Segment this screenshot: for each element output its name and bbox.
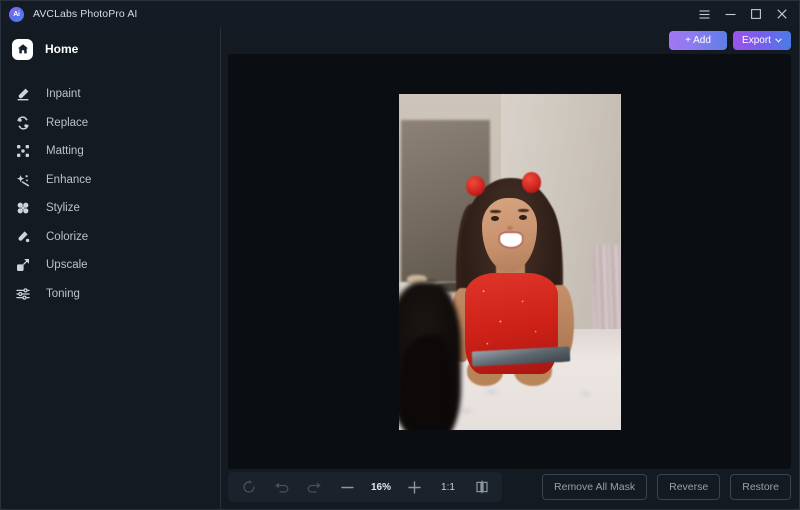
- reverse-button[interactable]: Reverse: [657, 474, 721, 500]
- hamburger-icon[interactable]: [691, 2, 717, 26]
- photo-eye-left: [490, 215, 499, 221]
- maximize-icon[interactable]: [743, 2, 769, 26]
- sidebar-item-inpaint-label: Inpaint: [46, 88, 81, 101]
- redo-icon[interactable]: [298, 473, 331, 501]
- upscale-icon: [15, 258, 30, 273]
- sidebar-item-matting-label: Matting: [46, 145, 84, 158]
- sidebar-item-inpaint[interactable]: Inpaint: [1, 80, 220, 109]
- bottom-toolbar: 16% 1:1 Remove All Mask Reverse Restore: [221, 469, 799, 509]
- actual-size-button[interactable]: 1:1: [431, 482, 465, 493]
- toning-icon: [15, 286, 30, 301]
- reset-icon[interactable]: [232, 473, 265, 501]
- photo-mouth: [499, 232, 522, 248]
- main-area: + Add Export 16% 1:1 Remove All Mask Rev…: [221, 27, 799, 509]
- zoom-tool-strip: 16% 1:1: [228, 472, 502, 502]
- app-window: Ai AVCLabs PhotoPro AI Home Inpaint Repl…: [0, 0, 800, 510]
- image-canvas[interactable]: [228, 54, 791, 469]
- photo-preview[interactable]: [398, 93, 621, 430]
- sidebar-item-replace-label: Replace: [46, 116, 89, 129]
- app-title: AVCLabs PhotoPro AI: [33, 8, 138, 20]
- home-icon: [12, 38, 33, 60]
- sidebar-item-toning-label: Toning: [46, 287, 80, 300]
- sidebar-item-colorize-label: Colorize: [46, 230, 89, 243]
- canvas-wrapper: [221, 54, 799, 469]
- add-button[interactable]: + Add: [669, 31, 727, 50]
- sidebar: Home Inpaint Replace Matting Enhance Sty…: [1, 27, 221, 509]
- inpaint-icon: [15, 87, 30, 102]
- close-icon[interactable]: [769, 2, 795, 26]
- compare-view-icon[interactable]: [465, 473, 498, 501]
- export-button[interactable]: Export: [733, 31, 791, 50]
- sidebar-item-stylize[interactable]: Stylize: [1, 194, 220, 223]
- minimize-icon[interactable]: [717, 2, 743, 26]
- restore-button[interactable]: Restore: [730, 474, 791, 500]
- sidebar-item-stylize-label: Stylize: [46, 202, 80, 215]
- photo-pompom-left: [466, 175, 486, 196]
- zoom-out-button[interactable]: [331, 473, 364, 501]
- photo-pompom-right: [521, 172, 541, 193]
- sidebar-item-upscale-label: Upscale: [46, 259, 88, 272]
- undo-icon[interactable]: [265, 473, 298, 501]
- sidebar-item-replace[interactable]: Replace: [1, 109, 220, 138]
- photo-foreground-object-2: [398, 335, 452, 430]
- sidebar-item-toning[interactable]: Toning: [1, 280, 220, 309]
- sidebar-item-enhance[interactable]: Enhance: [1, 166, 220, 195]
- main-header: + Add Export: [221, 27, 799, 54]
- zoom-in-button[interactable]: [398, 473, 431, 501]
- sidebar-item-colorize[interactable]: Colorize: [1, 223, 220, 252]
- photo-brow-left: [489, 209, 501, 214]
- app-logo-icon: Ai: [9, 6, 24, 22]
- sidebar-item-home[interactable]: Home: [1, 32, 220, 66]
- stylize-icon: [15, 201, 30, 216]
- export-button-label: Export: [742, 35, 771, 46]
- window-controls: [691, 2, 795, 26]
- window-body: Home Inpaint Replace Matting Enhance Sty…: [1, 27, 799, 509]
- sidebar-item-upscale[interactable]: Upscale: [1, 251, 220, 280]
- enhance-icon: [15, 172, 30, 187]
- replace-icon: [15, 115, 30, 130]
- remove-all-mask-button[interactable]: Remove All Mask: [542, 474, 648, 500]
- app-logo-text: Ai: [13, 10, 20, 18]
- sidebar-item-home-label: Home: [45, 42, 79, 56]
- chevron-down-icon: [775, 36, 782, 45]
- sidebar-item-matting[interactable]: Matting: [1, 137, 220, 166]
- sidebar-item-enhance-label: Enhance: [46, 173, 92, 186]
- matting-icon: [15, 144, 30, 159]
- zoom-level-label[interactable]: 16%: [364, 482, 398, 493]
- title-bar: Ai AVCLabs PhotoPro AI: [1, 1, 799, 27]
- colorize-icon: [15, 229, 30, 244]
